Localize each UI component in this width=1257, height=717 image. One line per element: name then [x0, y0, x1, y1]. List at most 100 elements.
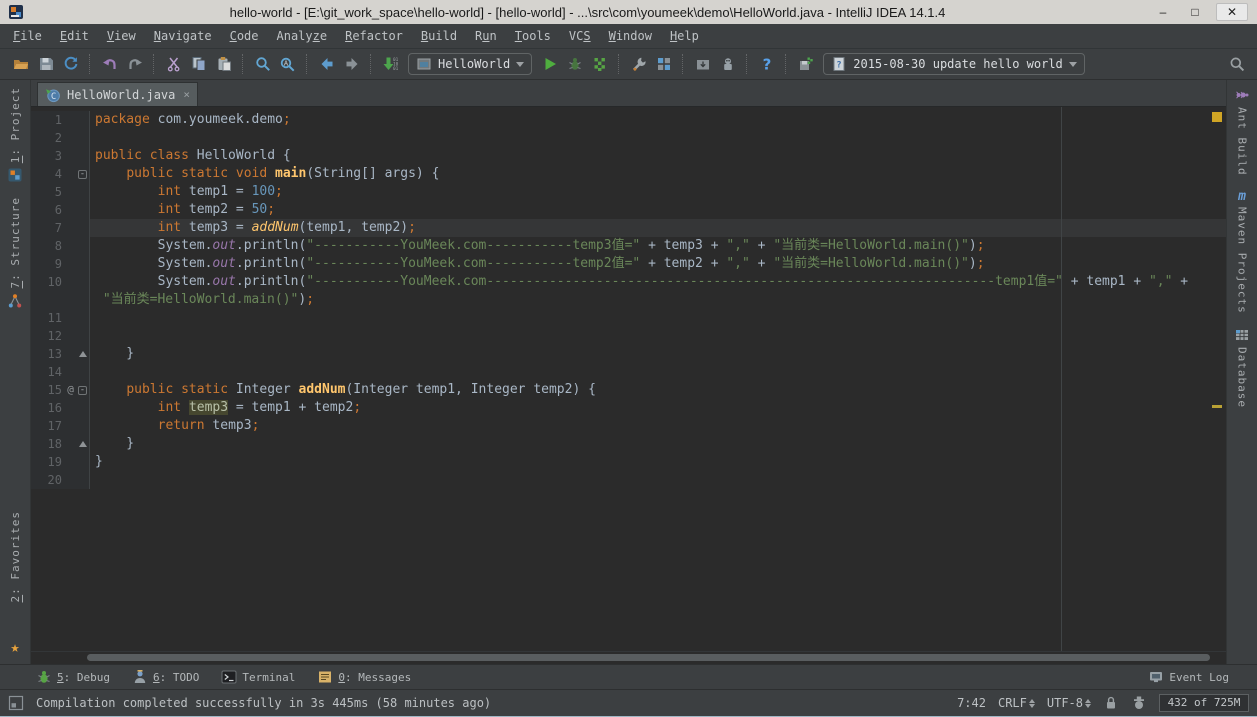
code-line-13[interactable]: 13 } [31, 345, 1226, 363]
code-text[interactable]: } [90, 435, 1226, 453]
back-button[interactable] [314, 52, 339, 77]
code-editor[interactable]: 1package com.youmeek.demo;23public class… [31, 107, 1226, 651]
menu-vcs[interactable]: VCS [560, 26, 600, 46]
code-line-11[interactable]: 11 [31, 309, 1226, 327]
forward-button[interactable] [339, 52, 364, 77]
paste-button[interactable] [211, 52, 236, 77]
encoding-selector[interactable]: UTF-8 [1047, 696, 1091, 710]
file-status-indicator[interactable] [1212, 112, 1222, 122]
code-text[interactable] [90, 129, 1226, 147]
code-line-10[interactable]: 10 System.out.println("-----------YouMee… [31, 273, 1226, 291]
menu-run[interactable]: Run [466, 26, 506, 46]
project-structure-button[interactable] [651, 52, 676, 77]
tab-close-icon[interactable]: × [183, 88, 190, 101]
code-text[interactable]: System.out.println("-----------YouMeek.c… [90, 255, 1226, 273]
code-text[interactable]: System.out.println("-----------YouMeek.c… [90, 237, 1226, 255]
code-text[interactable]: int temp3 = addNum(temp1, temp2); [90, 219, 1226, 237]
open-project-button[interactable] [8, 52, 33, 77]
code-line-wrap[interactable]: "当前类=HelloWorld.main()"); [31, 291, 1226, 309]
close-button[interactable]: ✕ [1216, 3, 1248, 21]
tool-window-button-database[interactable]: Database [1234, 320, 1250, 415]
code-text[interactable]: return temp3; [90, 417, 1226, 435]
fold-collapse-icon[interactable]: - [78, 386, 87, 395]
undo-button[interactable] [97, 52, 122, 77]
save-all-button[interactable] [33, 52, 58, 77]
tool-window-button-7-structure[interactable]: 7: Structure [7, 190, 23, 315]
code-line-5[interactable]: 5 int temp1 = 100; [31, 183, 1226, 201]
settings-button[interactable] [626, 52, 651, 77]
code-line-7[interactable]: 7 int temp3 = addNum(temp1, temp2); [31, 219, 1226, 237]
code-line-2[interactable]: 2 [31, 129, 1226, 147]
code-text[interactable]: int temp3 = temp1 + temp2; [90, 399, 1226, 417]
code-text[interactable]: System.out.println("-----------YouMeek.c… [90, 273, 1226, 291]
cut-button[interactable] [161, 52, 186, 77]
copy-button[interactable] [186, 52, 211, 77]
vcs-update-button[interactable]: 011001 [378, 52, 403, 77]
menu-file[interactable]: File [4, 26, 51, 46]
lock-icon[interactable] [1103, 695, 1119, 711]
tool-window-button-2-favorites[interactable]: 2: Favorites★ [9, 504, 22, 664]
menu-refactor[interactable]: Refactor [336, 26, 412, 46]
code-line-17[interactable]: 17 return temp3; [31, 417, 1226, 435]
code-text[interactable]: "当前类=HelloWorld.main()"); [90, 291, 1226, 309]
run-button[interactable] [537, 52, 562, 77]
vcs-changelist-selector[interactable]: ?2015-08-30 update hello world [823, 53, 1085, 75]
menu-build[interactable]: Build [412, 26, 466, 46]
fold-end-icon[interactable] [79, 441, 87, 447]
find-button[interactable] [250, 52, 275, 77]
sdk-manager-button[interactable] [690, 52, 715, 77]
memory-indicator[interactable]: 432 of 725M [1159, 694, 1249, 712]
code-line-6[interactable]: 6 int temp2 = 50; [31, 201, 1226, 219]
menu-code[interactable]: Code [221, 26, 268, 46]
tool-window-button-0-messages[interactable]: 0: Messages [317, 669, 411, 685]
code-text[interactable]: public static void main(String[] args) { [90, 165, 1226, 183]
tool-window-button-1-project[interactable]: 1: Project [7, 80, 23, 190]
search-everywhere-button[interactable] [1224, 52, 1249, 77]
fold-collapse-icon[interactable]: - [78, 170, 87, 179]
menu-edit[interactable]: Edit [51, 26, 98, 46]
menu-analyze[interactable]: Analyze [268, 26, 337, 46]
code-line-12[interactable]: 12 [31, 327, 1226, 345]
code-text[interactable] [90, 327, 1226, 345]
tool-window-button-maven-projects[interactable]: mMaven Projects [1236, 183, 1249, 321]
code-text[interactable]: } [90, 345, 1226, 363]
tab-helloworld-java[interactable]: C HelloWorld.java × [37, 82, 198, 106]
code-line-15[interactable]: 15@- public static Integer addNum(Intege… [31, 381, 1226, 399]
debug-button[interactable] [562, 52, 587, 77]
avd-manager-button[interactable] [715, 52, 740, 77]
menu-view[interactable]: View [98, 26, 145, 46]
tool-window-toggle-icon[interactable] [8, 695, 24, 711]
code-line-14[interactable]: 14 [31, 363, 1226, 381]
tool-window-button-6-todo[interactable]: 6: TODO [132, 669, 199, 685]
minimize-button[interactable]: – [1152, 5, 1174, 19]
code-line-19[interactable]: 19} [31, 453, 1226, 471]
help-button[interactable]: ? [754, 52, 779, 77]
code-line-4[interactable]: 4- public static void main(String[] args… [31, 165, 1226, 183]
coverage-button[interactable] [587, 52, 612, 77]
horizontal-scrollbar-thumb[interactable] [87, 654, 1210, 661]
code-line-8[interactable]: 8 System.out.println("-----------YouMeek… [31, 237, 1226, 255]
code-text[interactable]: package com.youmeek.demo; [90, 111, 1226, 129]
tool-window-button-ant-build[interactable]: Ant Build [1234, 80, 1250, 183]
inspection-profile-icon[interactable] [1131, 695, 1147, 711]
run-configuration-selector[interactable]: HelloWorld [408, 53, 532, 75]
code-text[interactable] [90, 363, 1226, 381]
code-text[interactable]: int temp2 = 50; [90, 201, 1226, 219]
code-text[interactable]: int temp1 = 100; [90, 183, 1226, 201]
code-line-9[interactable]: 9 System.out.println("-----------YouMeek… [31, 255, 1226, 273]
code-text[interactable]: public class HelloWorld { [90, 147, 1226, 165]
code-text[interactable]: public static Integer addNum(Integer tem… [90, 381, 1226, 399]
menu-tools[interactable]: Tools [506, 26, 560, 46]
menu-window[interactable]: Window [600, 26, 661, 46]
menu-navigate[interactable]: Navigate [145, 26, 221, 46]
tool-window-button-terminal[interactable]: Terminal [221, 669, 295, 685]
code-line-3[interactable]: 3public class HelloWorld { [31, 147, 1226, 165]
tool-window-button-5-debug[interactable]: 5: Debug [36, 669, 110, 685]
synchronize-button[interactable] [58, 52, 83, 77]
code-line-20[interactable]: 20 [31, 471, 1226, 489]
code-text[interactable] [90, 309, 1226, 327]
maximize-button[interactable]: □ [1184, 5, 1206, 19]
code-line-1[interactable]: 1package com.youmeek.demo; [31, 111, 1226, 129]
code-line-16[interactable]: 16 int temp3 = temp1 + temp2; [31, 399, 1226, 417]
warning-stripe-mark[interactable] [1212, 405, 1222, 408]
